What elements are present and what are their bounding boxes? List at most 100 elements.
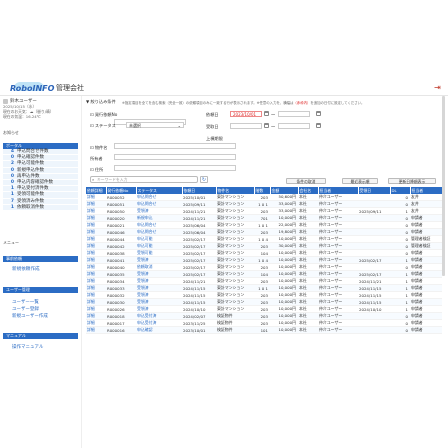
detail-link[interactable]: 詳細 [86,298,106,307]
table-row: 詳細 R000017 申込受付済 2023/11/25 検証物件 203 10,000円 本社… [86,319,442,328]
detail-link[interactable]: 詳細 [86,277,106,286]
user-register-link[interactable]: ユーザー登録 [12,306,39,312]
logo[interactable]: RoboINFO [4,82,54,94]
table-cell: 2024/02/07 [182,312,216,321]
logout-icon[interactable]: ⇥ [433,83,442,92]
table-cell: 申請者 [410,298,442,307]
col-header[interactable]: 会社名 [298,187,319,194]
table-row: 詳細 R000021 申込問合せ 2025/06/04 東計マンション 1 0 1 22,0… [86,221,442,230]
search-icon: ⌕ [92,177,95,182]
col-header[interactable]: 階数 [254,187,271,194]
detail-link[interactable]: 詳細 [86,270,106,279]
table-cell: 10,000円 [270,291,298,300]
portal-item[interactable]: 1 依頼取消件数 [3,204,78,211]
col-header[interactable]: 依頼詳細 [86,187,107,194]
table-cell: 10,000円 [270,326,298,335]
table-cell: 2025/02/17 [182,263,216,272]
request-date-to-input[interactable] [278,111,310,117]
calendar-icon[interactable] [316,111,321,116]
sort-recent-button[interactable]: 最近表示順 [342,178,378,184]
detail-link[interactable]: 詳細 [86,200,106,209]
calendar-icon[interactable] [264,111,269,116]
property-input[interactable] [114,143,236,149]
detail-link[interactable]: 詳細 [86,228,106,237]
table-cell: R000050 [106,207,136,216]
table-row: 詳細 R000046 申込問合せ 2025/06/04 東計マンション 203 19,800… [86,228,442,237]
col-header[interactable]: 担当者 [410,187,443,194]
table-cell: 本社 [298,200,318,209]
table-row: 詳細 R000033 受領済 2024/11/15 東計マンション 1 0 1 10,000… [86,284,442,293]
table-cell [358,312,390,321]
table-body: 詳細 R000052 申込問合せ 2025/10/01 東計マンション 203 50,600… [86,194,442,335]
manual-link[interactable]: 操作マニュアル [12,344,43,350]
detail-link[interactable]: 詳細 [86,263,106,272]
scrollbar[interactable] [442,96,445,276]
request-no-label: ⊡ 発行依頼No [90,112,118,117]
filter-heading[interactable]: ▼ 絞り込み条件 [86,99,116,105]
table-cell: 検証物件 [216,326,254,335]
calendar-icon[interactable] [264,123,269,128]
col-header[interactable]: 金額 [270,187,299,194]
sort-updated-button[interactable]: 更新日降順表示 [388,178,436,184]
table-cell: 申請者 [410,228,442,237]
table-row: 詳細 R000038 受領可能 2025/02/17 東計マンション 104 10,000円… [86,249,442,258]
table-cell: 本社 [298,298,318,307]
new-user-link[interactable]: 新規ユーザー作成 [12,313,48,319]
table-cell: 東計マンション [216,277,254,286]
request-date-from-input[interactable]: 2023/10/01 [230,111,262,117]
new-request-link[interactable]: 新規依頼作成 [12,266,40,272]
status-select[interactable]: 未選択 ⌄ [126,122,184,128]
table-cell: R000041 [106,256,136,265]
detail-link[interactable]: 詳細 [86,249,106,258]
reset-conditions-button[interactable]: 条件の取消 [286,178,326,184]
table-row: 詳細 R000044 申込可能 2025/02/17 東計マンション 1 0 4 10,00… [86,235,442,244]
table-cell: 1 [390,284,410,293]
col-header[interactable]: 依頼日 [182,187,217,194]
receive-date-to-input[interactable] [278,123,310,129]
search-input[interactable]: ⌕ キーワードを入力 [90,176,198,183]
detail-link[interactable]: 詳細 [86,312,106,321]
table-cell [358,263,390,272]
detail-link[interactable]: 詳細 [86,221,106,230]
detail-link[interactable]: 詳細 [86,242,106,251]
detail-link[interactable]: 詳細 [86,235,106,244]
detail-link[interactable]: 詳細 [86,305,106,314]
detail-link[interactable]: 詳細 [86,326,106,335]
detail-link[interactable]: 詳細 [86,194,106,202]
table-cell: 本社 [298,270,318,279]
col-header[interactable]: ステータス [136,187,183,194]
detail-link[interactable]: 詳細 [86,214,106,223]
table-cell: 2025/06/04 [182,221,216,230]
table-cell: 検証物件 [216,319,254,328]
table-cell: 本社 [298,319,318,328]
detail-link[interactable]: 詳細 [86,207,106,216]
table-cell: 10,000円 [270,235,298,244]
table-cell: 1 [390,291,410,300]
col-header[interactable]: 物件名 [216,187,255,194]
owner-input[interactable] [114,154,236,160]
table-row: 詳細 R000018 申込受付済 2024/02/07 検証物件 203 10,000円 本社… [86,312,442,321]
detail-link[interactable]: 詳細 [86,284,106,293]
receive-date-from-input[interactable] [230,123,262,129]
col-header[interactable]: 担当者 [318,187,359,194]
col-header[interactable]: DL [390,187,411,194]
calendar-icon[interactable] [316,123,321,128]
user-list-link[interactable]: ユーザー一覧 [12,299,39,305]
table-cell: 本社 [298,235,318,244]
detail-link[interactable]: 詳細 [86,319,106,328]
table-cell: 2024/11/21 [182,214,216,223]
detail-link[interactable]: 詳細 [86,256,106,265]
table-cell: 0 [390,319,410,328]
detail-link[interactable]: 詳細 [86,291,106,300]
table-cell: 友井 [410,200,442,209]
table-cell: 仲介ユーザー [318,242,358,251]
results-table: 依頼詳細 発行依頼No ステータス 依頼日 物件名 階数 金額 会社名 担当者 … [86,187,443,335]
table-cell: 仲介ユーザー [318,319,358,328]
table-cell: 申請者 [410,305,442,314]
col-header[interactable]: 受領日 [358,187,391,194]
col-header[interactable]: 発行依頼No [106,187,137,194]
refresh-icon[interactable]: ↻ [200,176,208,183]
table-cell: 2024/11/15 [182,284,216,293]
address-input[interactable] [114,165,236,171]
manual-panel-title: マニュアル [3,333,78,339]
